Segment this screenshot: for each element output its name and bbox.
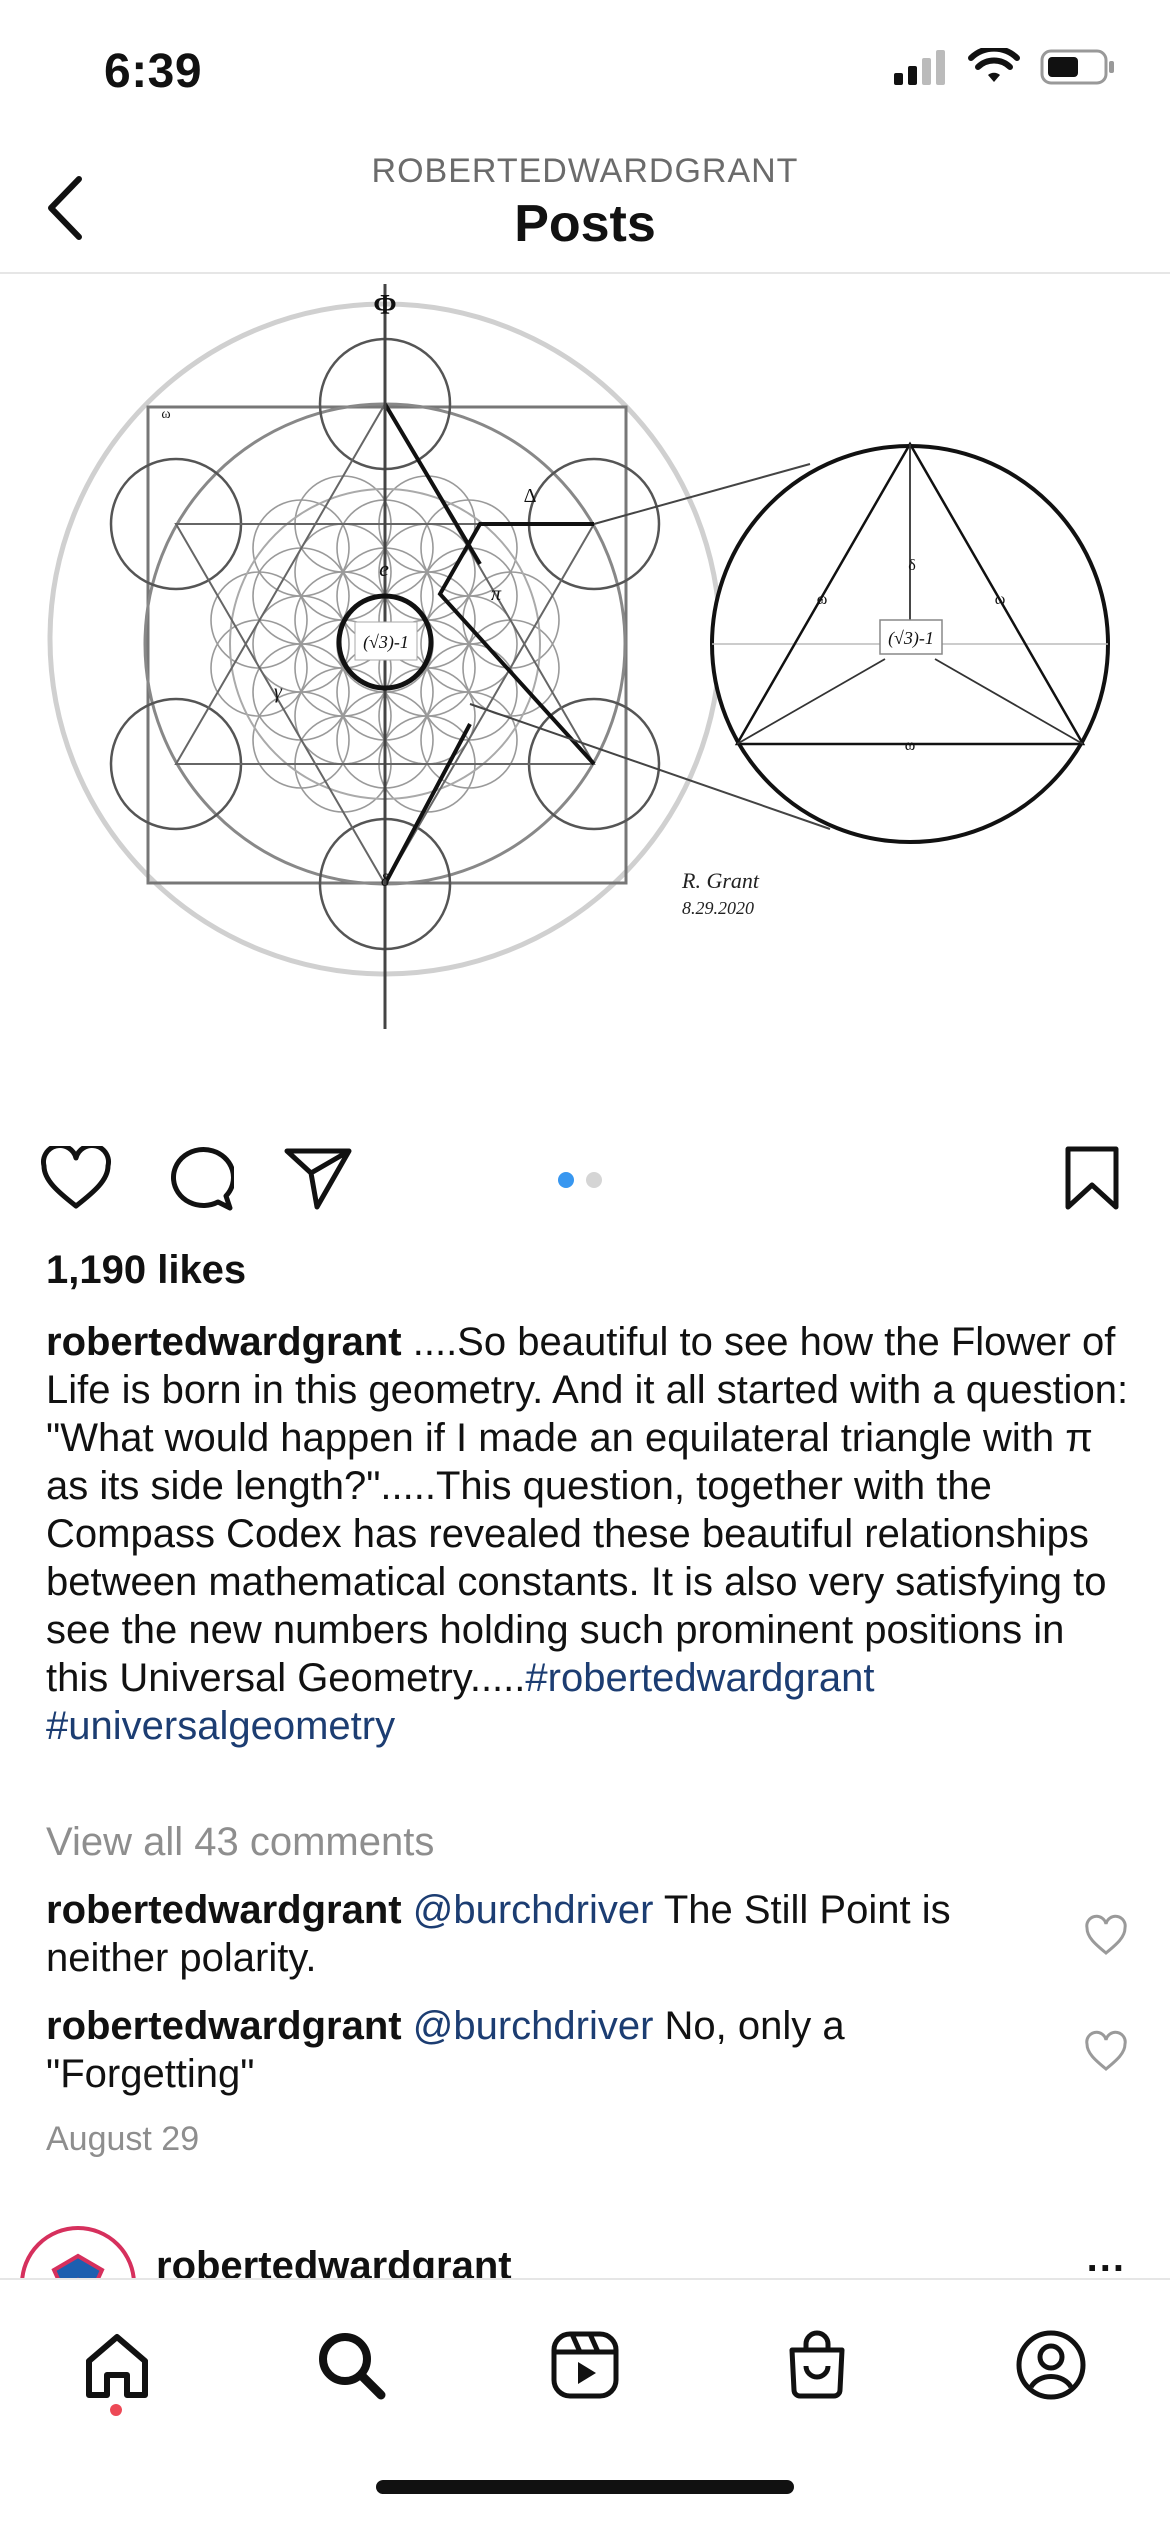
like-button[interactable] [36, 1138, 116, 1218]
status-time: 6:39 [104, 45, 203, 98]
center-box-label: (√3)-1 [363, 632, 409, 653]
share-button[interactable] [278, 1138, 358, 1218]
signature-name: R. Grant [681, 868, 760, 893]
more-options-button[interactable]: ... [1087, 2236, 1126, 2281]
reels-icon [551, 2331, 619, 2399]
caption-username[interactable]: robertedwardgrant [46, 1320, 402, 1364]
tab-search[interactable] [306, 2320, 396, 2410]
delta-label: δ [381, 870, 389, 890]
gamma-label: γ [274, 681, 283, 703]
caption-text: ....So beautiful to see how the Flower o… [46, 1320, 1129, 1700]
wifi-icon [968, 48, 1020, 82]
tab-bar [0, 2278, 1170, 2534]
phi-label: Φ [373, 290, 396, 321]
shop-icon [789, 2330, 845, 2399]
status-bar: 6:39 [0, 0, 1170, 150]
home-indicator[interactable] [376, 2480, 794, 2494]
comment-username[interactable]: robertedwardgrant [46, 1888, 402, 1932]
status-icons [892, 48, 1116, 86]
delta-cap-label: Δ [524, 485, 537, 507]
comment-like-heart-icon[interactable] [1084, 1914, 1128, 1958]
signal-icon [894, 50, 945, 85]
tab-reels[interactable] [540, 2320, 630, 2410]
battery-icon [1040, 49, 1114, 85]
geometry-diagram: (√3)-1 Φ e π γ Δ δ ω (√3)-1 δ ω ω ω R. G… [47, 284, 1110, 1029]
tab-shop[interactable] [772, 2320, 862, 2410]
hashtag-robertedwardgrant[interactable]: #robertedwardgrant [525, 1656, 874, 1700]
bookmark-icon [1065, 1146, 1119, 1210]
tab-profile[interactable] [1006, 2320, 1096, 2410]
next-post-header: robertedwardgrant ... [0, 2212, 1170, 2282]
likes-count[interactable]: 1,190 likes [46, 1248, 246, 1293]
header: ROBERTEDWARDGRANT Posts [0, 150, 1170, 274]
detail-delta-1: δ [908, 557, 916, 574]
carousel-dot [586, 1172, 602, 1188]
page-title: Posts [514, 195, 656, 253]
send-icon [284, 1148, 352, 1210]
e-label: e [379, 556, 389, 581]
detail-box-label: (√3)-1 [888, 628, 934, 649]
detail-omega-1: ω [817, 591, 828, 608]
detail-omega-2: ω [995, 591, 1006, 608]
home-icon [86, 2334, 148, 2398]
caption: robertedwardgrant ....So beautiful to se… [46, 1318, 1131, 1750]
avatar-logo-icon [51, 2253, 105, 2282]
comment-2: robertedwardgrant @burchdriver No, only … [46, 2002, 1026, 2098]
post-image[interactable]: (√3)-1 Φ e π γ Δ δ ω (√3)-1 δ ω ω ω R. G… [0, 274, 1170, 1084]
carousel-indicator [558, 1172, 602, 1188]
search-icon [319, 2333, 386, 2400]
comment-username[interactable]: robertedwardgrant [46, 2004, 402, 2048]
post-date: August 29 [46, 2120, 200, 2158]
comment-like-heart-icon[interactable] [1084, 2030, 1128, 2074]
post-actions [0, 1130, 1170, 1230]
hashtag-universalgeometry[interactable]: #universalgeometry [46, 1704, 395, 1748]
comment-mention[interactable]: @burchdriver [413, 2004, 654, 2048]
omega-label: ω [161, 407, 170, 422]
home-notification-dot [110, 2404, 122, 2416]
header-username[interactable]: ROBERTEDWARDGRANT [0, 152, 1170, 191]
comment-button[interactable] [160, 1138, 240, 1218]
next-post-username[interactable]: robertedwardgrant [156, 2244, 512, 2282]
save-button[interactable] [1052, 1138, 1132, 1218]
comment-icon [170, 1147, 234, 1211]
profile-icon [1016, 2330, 1086, 2400]
pi-label: π [491, 583, 502, 605]
carousel-dot-active [558, 1172, 574, 1188]
detail-omega-3: ω [905, 737, 916, 754]
signature-date: 8.29.2020 [682, 898, 754, 918]
comment-1: robertedwardgrant @burchdriver The Still… [46, 1886, 1026, 1982]
tab-home[interactable] [72, 2320, 162, 2410]
avatar[interactable] [20, 2226, 136, 2282]
comment-mention[interactable]: @burchdriver [413, 1888, 654, 1932]
heart-icon [41, 1146, 111, 1209]
view-all-comments[interactable]: View all 43 comments [46, 1820, 434, 1865]
